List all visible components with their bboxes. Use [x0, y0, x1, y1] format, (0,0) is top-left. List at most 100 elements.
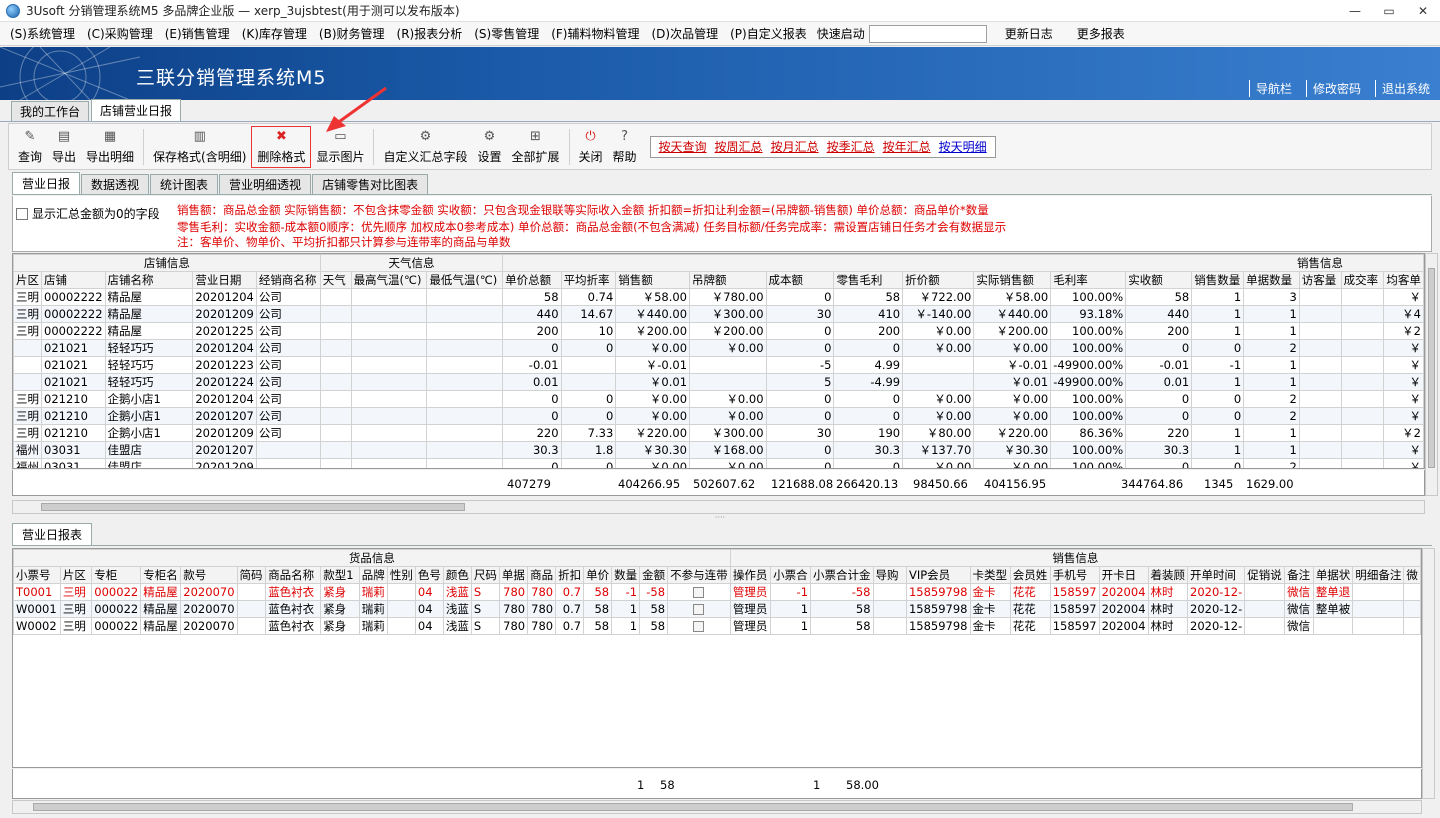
- column-header[interactable]: 折扣: [555, 566, 585, 584]
- column-header[interactable]: 平均折率: [560, 271, 617, 289]
- column-header[interactable]: 片区: [59, 566, 93, 584]
- column-header[interactable]: 款型1: [320, 566, 360, 584]
- menu-finance[interactable]: (B)财务管理: [313, 25, 391, 42]
- minimize-button[interactable]: —: [1338, 0, 1372, 22]
- table-row[interactable]: 021021 轻轻巧巧 20201204 公司 0 0 ￥0.00 ￥0.00 0 0 ￥0.00 ￥…: [13, 339, 1424, 357]
- column-header[interactable]: 导购: [872, 566, 907, 584]
- column-header[interactable]: 单据状: [1312, 566, 1354, 584]
- column-header[interactable]: 尺码: [470, 566, 500, 584]
- query-button[interactable]: ✎ 查询: [13, 125, 47, 169]
- table-row[interactable]: 福州 03031 佳盟店 20201207 30.3 1.8 ￥30.30 ￥168.00 0 3…: [13, 441, 1424, 459]
- checkbox-icon[interactable]: [693, 604, 705, 615]
- table-row[interactable]: T0001 三明 000022 精品屋 2020070 蓝色衬衣 紧身 瑞莉 04 浅蓝 S 780 7…: [13, 583, 1421, 601]
- tab-store-daily-report[interactable]: 店铺营业日报: [91, 99, 182, 121]
- panel-splitter[interactable]: ····: [0, 514, 1440, 522]
- menu-materials[interactable]: (F)辅料物料管理: [545, 25, 645, 42]
- checkbox-icon[interactable]: [693, 587, 705, 598]
- tab-daily-report[interactable]: 营业日报: [12, 172, 81, 194]
- export-detail-button[interactable]: ▦ 导出明细: [81, 125, 139, 169]
- expand-all-button[interactable]: ⊞ 全部扩展: [506, 125, 564, 169]
- column-header[interactable]: 促销说: [1244, 566, 1286, 584]
- tab-charts[interactable]: 统计图表: [150, 174, 219, 194]
- menu-retail[interactable]: (S)零售管理: [468, 25, 545, 42]
- menu-custom-report[interactable]: (P)自定义报表: [724, 25, 813, 42]
- close-button[interactable]: ⏻ 关闭: [574, 125, 608, 169]
- column-header[interactable]: 简码: [236, 566, 267, 584]
- menu-changelog[interactable]: 更新日志: [999, 25, 1059, 42]
- column-header[interactable]: 营业日期: [192, 271, 257, 289]
- column-header[interactable]: 色号: [414, 566, 444, 584]
- tab-workbench[interactable]: 我的工作台: [11, 101, 90, 121]
- column-header[interactable]: 金额: [639, 566, 669, 584]
- column-header[interactable]: 颜色: [442, 566, 472, 584]
- close-window-button[interactable]: ✕: [1406, 0, 1440, 22]
- save-format-button[interactable]: ▥ 保存格式(含明细): [148, 125, 251, 169]
- column-header[interactable]: 小票号: [13, 566, 61, 584]
- nav-bar-link[interactable]: 导航栏: [1248, 80, 1298, 97]
- table-row[interactable]: 福州 03031 佳盟店 20201209 0 0 ￥0.00 ￥0.00 0 0 ￥0.00 ￥0.…: [13, 458, 1424, 468]
- table-row[interactable]: 三明 00002222 精品屋 20201204 公司 58 0.74 ￥58.00 ￥780.…: [13, 288, 1424, 306]
- column-header[interactable]: 商品名称: [265, 566, 322, 584]
- table-row[interactable]: 三明 021210 企鹅小店1 20201207 公司 0 0 ￥0.00 ￥0.00 0 0 ￥0.…: [13, 407, 1424, 425]
- grid1-vertical-scrollbar[interactable]: [1425, 253, 1438, 496]
- column-header[interactable]: 手机号: [1049, 566, 1100, 584]
- menu-reports[interactable]: (R)报表分析: [391, 25, 469, 42]
- checkbox-icon[interactable]: [693, 621, 705, 632]
- menu-inventory[interactable]: (K)库存管理: [236, 25, 313, 42]
- column-header[interactable]: 吊牌额: [689, 271, 767, 289]
- link-by-day[interactable]: 按天查询: [659, 138, 707, 155]
- column-header[interactable]: 小票合计金: [810, 566, 874, 584]
- tab-daily-report-table[interactable]: 营业日报表: [12, 523, 93, 545]
- column-header[interactable]: 天气: [319, 271, 352, 289]
- custom-summary-field-button[interactable]: ⚙ 自定义汇总字段: [378, 125, 472, 169]
- column-header[interactable]: 实际销售额: [973, 271, 1052, 289]
- column-header[interactable]: 备注: [1284, 566, 1314, 584]
- help-button[interactable]: ? 帮助: [608, 125, 642, 169]
- column-header[interactable]: 折价额: [902, 271, 975, 289]
- column-header[interactable]: 专柜: [91, 566, 142, 584]
- menu-sales[interactable]: (E)销售管理: [159, 25, 236, 42]
- grid2-vertical-scrollbar[interactable]: [1422, 548, 1435, 799]
- link-by-week[interactable]: 按周汇总: [715, 138, 763, 155]
- show-zero-fields-checkbox[interactable]: 显示汇总金额为0的字段: [16, 205, 160, 222]
- column-header[interactable]: 着装顾: [1147, 566, 1189, 584]
- tab-store-compare[interactable]: 店铺零售对比图表: [312, 174, 429, 194]
- grid1-horizontal-scrollbar[interactable]: [12, 500, 1425, 514]
- column-header[interactable]: 毛利率: [1050, 271, 1127, 289]
- exclude-checkbox[interactable]: [667, 583, 731, 601]
- menu-purchase[interactable]: (C)采购管理: [81, 25, 159, 42]
- column-header[interactable]: 商品: [527, 566, 557, 584]
- column-header[interactable]: 不参与连带: [667, 566, 731, 584]
- column-header[interactable]: 店铺: [41, 271, 106, 289]
- logout-link[interactable]: 退出系统: [1374, 80, 1436, 97]
- quick-start-input[interactable]: [868, 24, 987, 43]
- exclude-checkbox[interactable]: [667, 600, 731, 618]
- column-header[interactable]: 片区: [13, 271, 42, 289]
- link-by-month[interactable]: 按月汇总: [771, 138, 819, 155]
- export-button[interactable]: ▤ 导出: [47, 125, 81, 169]
- table-row[interactable]: 三明 00002222 精品屋 20201225 公司 200 10 ￥200.00 ￥200.…: [13, 322, 1424, 340]
- column-header[interactable]: 微: [1403, 566, 1421, 584]
- table-row[interactable]: W0001 三明 000022 精品屋 2020070 蓝色衬衣 紧身 瑞莉 04 浅蓝 S 780 7…: [13, 600, 1421, 618]
- checkbox-icon[interactable]: [16, 207, 28, 220]
- column-header[interactable]: 开卡日: [1098, 566, 1149, 584]
- column-header[interactable]: 开单时间: [1187, 566, 1246, 584]
- column-header[interactable]: VIP会员: [905, 566, 971, 584]
- column-header[interactable]: 实收额: [1125, 271, 1193, 289]
- link-by-year[interactable]: 按年汇总: [883, 138, 931, 155]
- show-picture-button[interactable]: ▭ 显示图片: [311, 125, 369, 169]
- menu-system[interactable]: (S)系统管理: [4, 25, 81, 42]
- column-header[interactable]: 销售数量: [1191, 271, 1245, 289]
- column-header[interactable]: 专柜名: [140, 566, 182, 584]
- column-header[interactable]: 款号: [180, 566, 238, 584]
- column-header[interactable]: 数量: [611, 566, 641, 584]
- column-header[interactable]: 小票合: [770, 566, 812, 584]
- menu-more-reports[interactable]: 更多报表: [1071, 25, 1131, 42]
- table-row[interactable]: 三明 021210 企鹅小店1 20201204 公司 0 0 ￥0.00 ￥0.00 0 0 ￥0.…: [13, 390, 1424, 408]
- column-header[interactable]: 成本额: [765, 271, 835, 289]
- column-header[interactable]: 明细备注: [1352, 566, 1405, 584]
- column-header[interactable]: 均客单: [1383, 271, 1424, 289]
- column-header[interactable]: 访客量: [1298, 271, 1342, 289]
- grid2-horizontal-scrollbar[interactable]: [12, 800, 1422, 814]
- table-row[interactable]: 021021 轻轻巧巧 20201224 公司 0.01 ￥0.01 5 -4.99 ￥0.01…: [13, 373, 1424, 391]
